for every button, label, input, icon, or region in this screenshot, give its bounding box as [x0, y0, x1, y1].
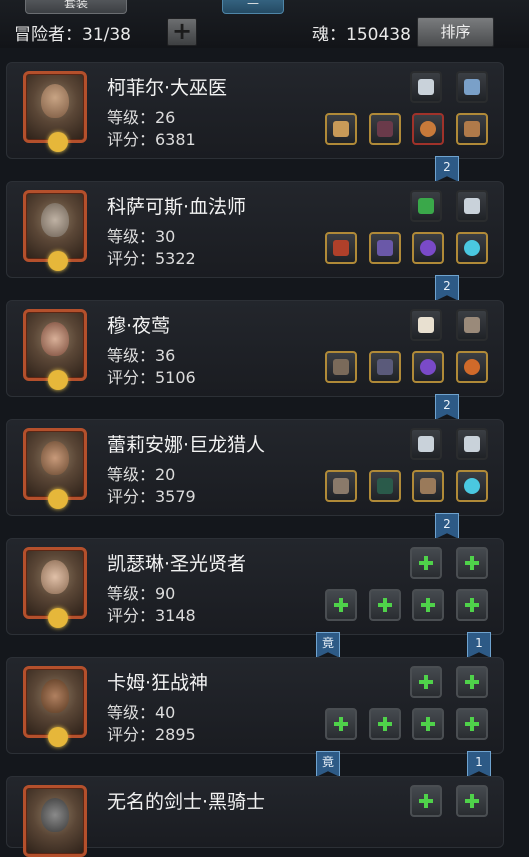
- hero-score: 评分：5106: [107, 368, 196, 387]
- moon-icon: [48, 489, 68, 509]
- hero-name: 卡姆·狂战神: [107, 672, 209, 694]
- hero-level: 等级：26: [107, 108, 176, 127]
- robe-icon[interactable]: [369, 113, 401, 145]
- adventurer-count: 冒险者：31/38: [14, 25, 131, 45]
- rank-ribbon: 2: [435, 513, 459, 539]
- hero-name: 柯菲尔·大巫医: [107, 77, 228, 99]
- hero-card[interactable]: 穆·夜莺 等级：36 评分：5106: [6, 300, 504, 397]
- amulet-icon[interactable]: [412, 113, 444, 145]
- rank-ribbon: 2: [435, 394, 459, 420]
- add-equipment-icon[interactable]: [456, 708, 488, 740]
- add-equipment-icon[interactable]: [456, 589, 488, 621]
- feather-icon[interactable]: [456, 190, 488, 222]
- hero-name: 科萨可斯·血法师: [107, 196, 247, 218]
- bow-icon[interactable]: [325, 351, 357, 383]
- hero-card[interactable]: 柯菲尔·大巫医 等级：26 评分：6381: [6, 62, 504, 159]
- hero-score: 评分：6381: [107, 130, 196, 149]
- hero-level: 等级：90: [107, 584, 176, 603]
- spear-icon[interactable]: [325, 470, 357, 502]
- feather-icon[interactable]: [456, 428, 488, 460]
- ring-icon[interactable]: [456, 351, 488, 383]
- tab-current[interactable]: —: [222, 0, 284, 14]
- add-equipment-icon[interactable]: [412, 708, 444, 740]
- header-bar: 套装 — 冒险者：31/38 + 魂：150438 排序: [0, 0, 529, 48]
- add-equipment-icon[interactable]: [369, 589, 401, 621]
- armor-icon[interactable]: [456, 309, 488, 341]
- feather-icon[interactable]: [410, 428, 442, 460]
- hero-portrait[interactable]: [23, 428, 87, 509]
- add-equipment-icon[interactable]: [412, 589, 444, 621]
- cloak-icon[interactable]: [369, 470, 401, 502]
- helmet-icon[interactable]: [369, 232, 401, 264]
- moon-icon: [48, 132, 68, 152]
- hero-level: 等级：30: [107, 227, 176, 246]
- blade-icon[interactable]: [369, 351, 401, 383]
- hero-card[interactable]: 无名的剑士·黑骑士: [6, 776, 504, 857]
- hero-portrait[interactable]: [23, 547, 87, 628]
- hero-level: 等级：40: [107, 703, 176, 722]
- moon-icon: [48, 370, 68, 390]
- rank-ribbon: 1: [467, 632, 491, 658]
- hero-name: 穆·夜莺: [107, 315, 171, 337]
- hero-card[interactable]: 蕾莉安娜·巨龙猎人 等级：20 评分：3579: [6, 419, 504, 516]
- add-equipment-icon[interactable]: [410, 666, 442, 698]
- add-equipment-icon[interactable]: [410, 547, 442, 579]
- hero-portrait[interactable]: [23, 190, 87, 271]
- add-equipment-icon[interactable]: [325, 708, 357, 740]
- hero-portrait[interactable]: [23, 785, 87, 857]
- add-slot-button[interactable]: +: [167, 18, 197, 46]
- staff-icon[interactable]: [325, 113, 357, 145]
- hero-score: 评分：2895: [107, 725, 196, 744]
- hero-portrait[interactable]: [23, 309, 87, 390]
- hero-name: 无名的剑士·黑骑士: [107, 791, 266, 813]
- sort-button[interactable]: 排序: [417, 17, 494, 47]
- add-equipment-icon[interactable]: [456, 666, 488, 698]
- ring-icon[interactable]: [412, 232, 444, 264]
- claw-icon[interactable]: [410, 309, 442, 341]
- rank-ribbon: 2: [435, 156, 459, 182]
- hero-portrait[interactable]: [23, 71, 87, 152]
- feather-icon[interactable]: [410, 71, 442, 103]
- bow-icon[interactable]: [456, 113, 488, 145]
- rank-ribbon: 1: [467, 751, 491, 777]
- gem-icon[interactable]: [456, 232, 488, 264]
- tab-set[interactable]: 套装: [25, 0, 127, 14]
- hero-level: 等级：20: [107, 465, 176, 484]
- hero-level: 等级：36: [107, 346, 176, 365]
- hero-name: 蕾莉安娜·巨龙猎人: [107, 434, 266, 456]
- hero-card[interactable]: 卡姆·狂战神 等级：40 评分：2895: [6, 657, 504, 754]
- add-equipment-icon[interactable]: [456, 547, 488, 579]
- ring-icon[interactable]: [412, 351, 444, 383]
- soul-currency: 魂：150438: [312, 25, 411, 45]
- add-equipment-icon[interactable]: [369, 708, 401, 740]
- hero-name: 凯瑟琳·圣光贤者: [107, 553, 247, 575]
- hero-card[interactable]: 凯瑟琳·圣光贤者 等级：90 评分：3148: [6, 538, 504, 635]
- add-equipment-icon[interactable]: [325, 589, 357, 621]
- gauntlet-icon[interactable]: [412, 470, 444, 502]
- gem-icon[interactable]: [456, 470, 488, 502]
- arena-ribbon: 竟: [316, 751, 340, 777]
- add-equipment-icon[interactable]: [410, 785, 442, 817]
- moon-icon: [48, 608, 68, 628]
- feather-icon[interactable]: [456, 71, 488, 103]
- hero-card[interactable]: 科萨可斯·血法师 等级：30 评分：5322: [6, 181, 504, 278]
- hero-score: 评分：3148: [107, 606, 196, 625]
- hero-score: 评分：3579: [107, 487, 196, 506]
- hero-score: 评分：5322: [107, 249, 196, 268]
- hero-portrait[interactable]: [23, 666, 87, 747]
- add-equipment-icon[interactable]: [456, 785, 488, 817]
- mace-icon[interactable]: [325, 232, 357, 264]
- scroll-icon[interactable]: [410, 190, 442, 222]
- moon-icon: [48, 727, 68, 747]
- rank-ribbon: 2: [435, 275, 459, 301]
- moon-icon: [48, 251, 68, 271]
- arena-ribbon: 竟: [316, 632, 340, 658]
